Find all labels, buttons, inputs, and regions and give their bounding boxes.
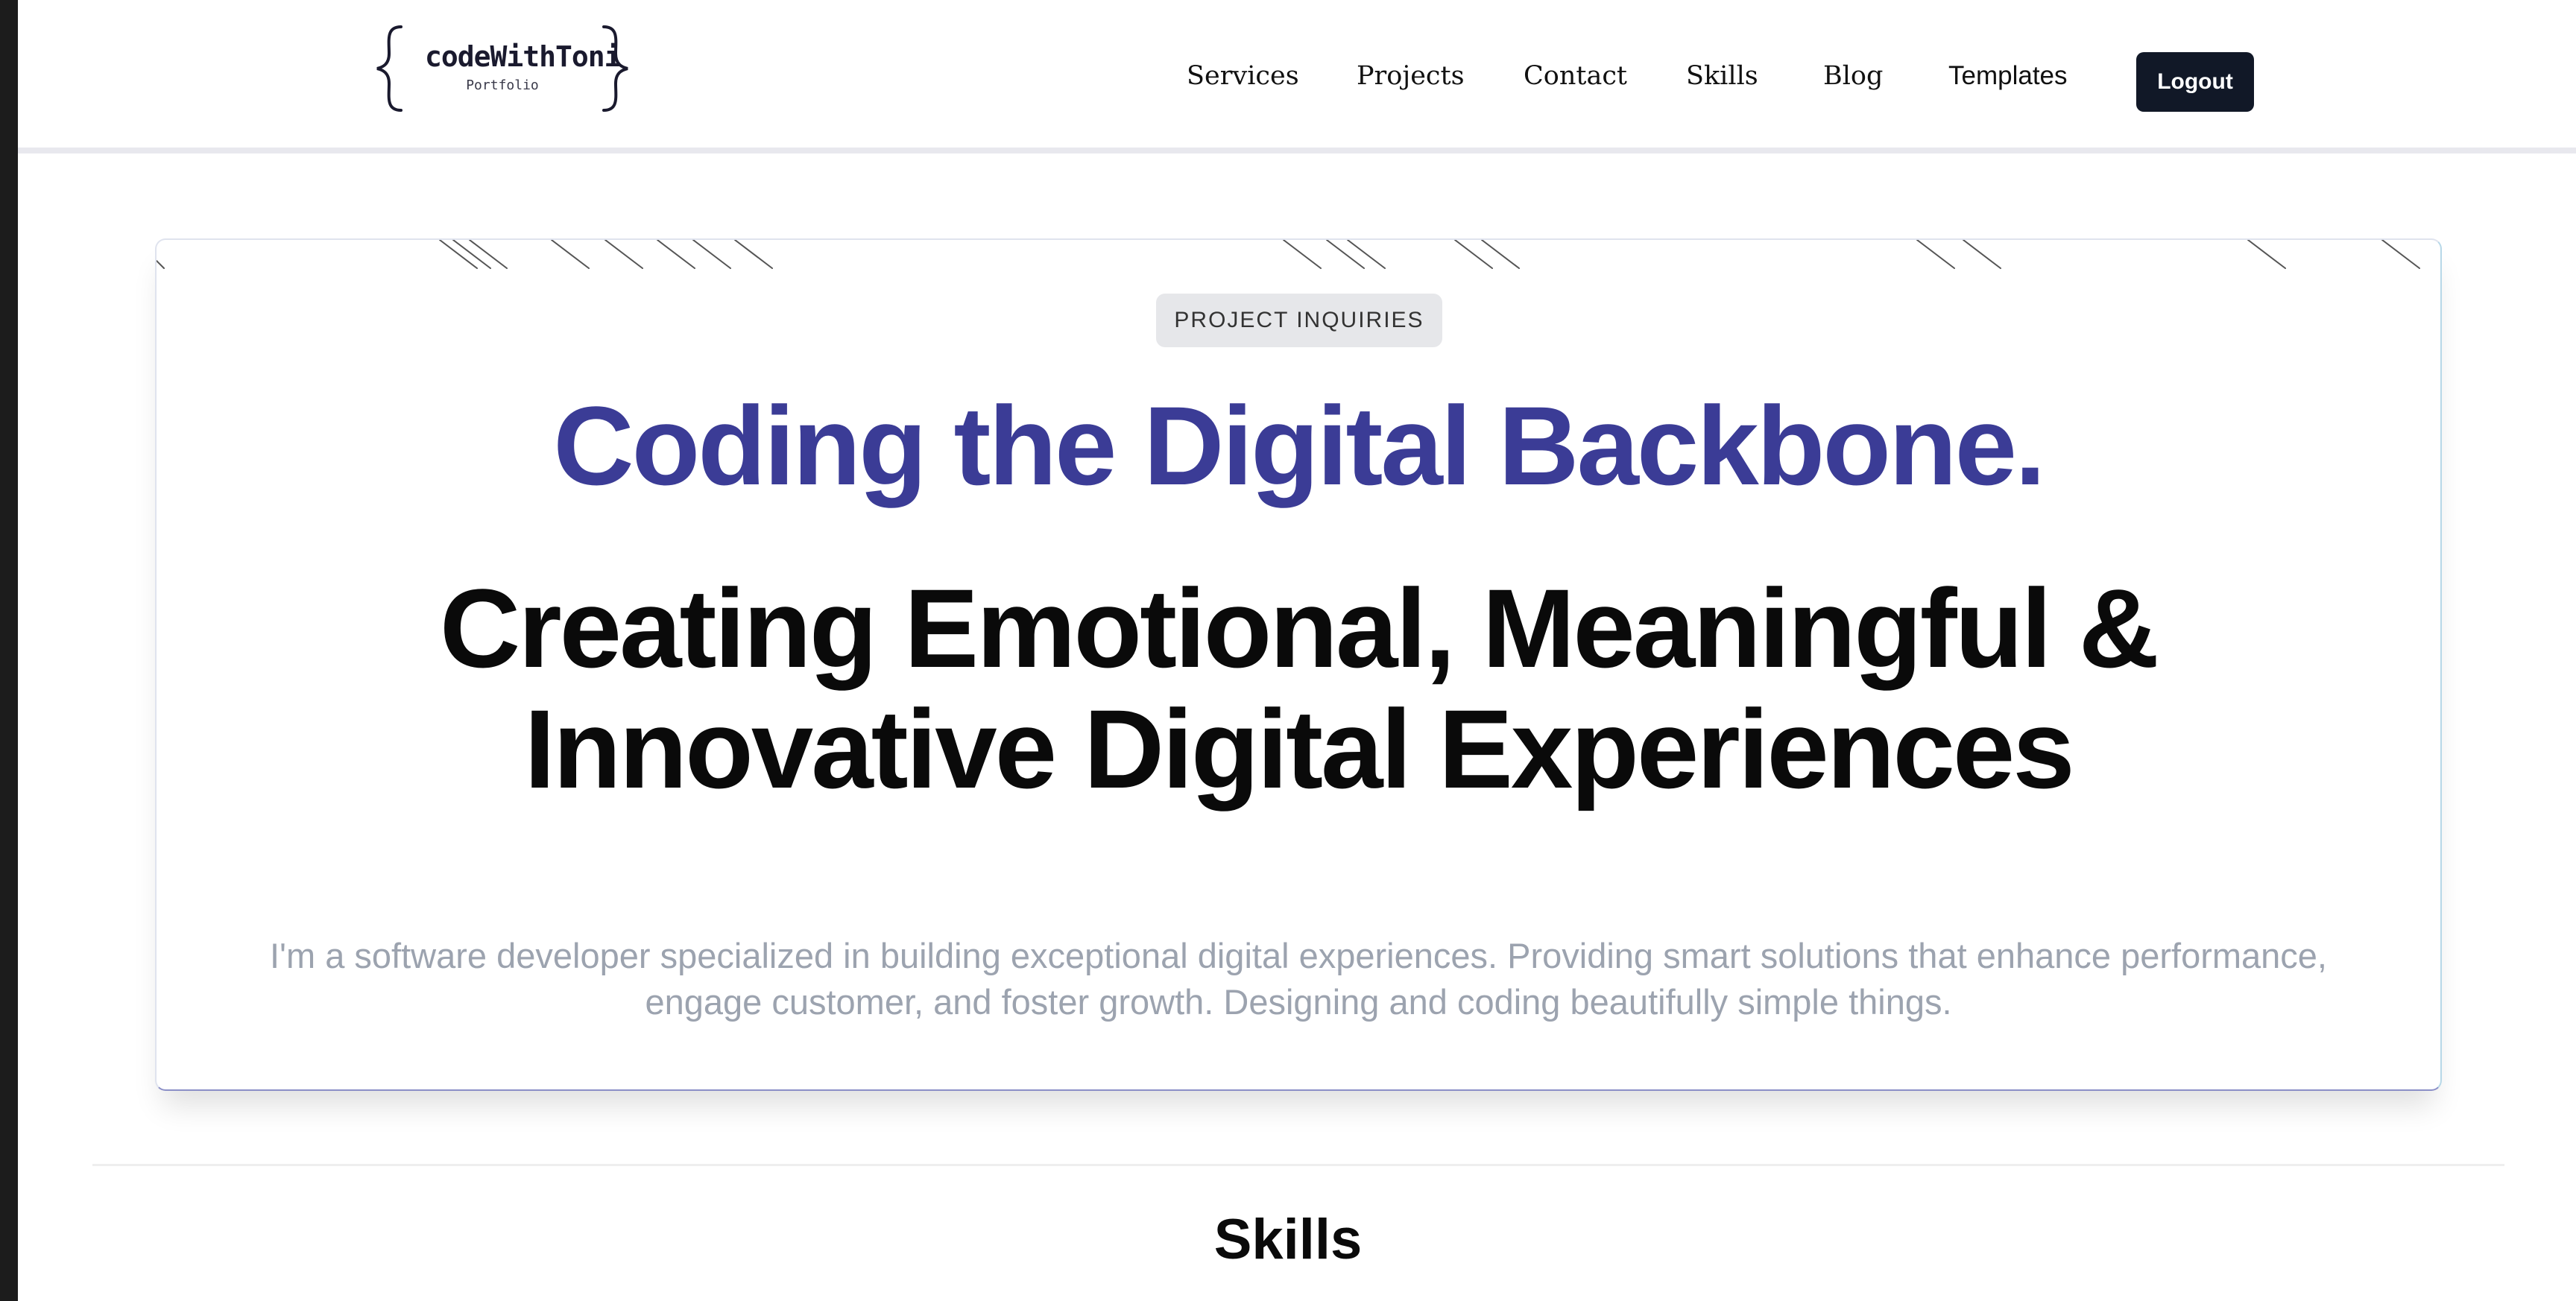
hero-headline-primary: Coding the Digital Backbone. bbox=[553, 383, 2045, 508]
decorative-lines bbox=[157, 240, 2420, 269]
skills-section-title: Skills bbox=[1213, 1208, 1363, 1271]
main-nav: Services Projects Contact Skills Blog Te… bbox=[18, 52, 2576, 112]
window-edge bbox=[0, 0, 18, 1301]
hero-headline-line-1: Creating Emotional, Meaningful & bbox=[439, 566, 2159, 691]
nav-contact[interactable]: Contact bbox=[1524, 61, 1627, 91]
section-divider bbox=[92, 1164, 2504, 1166]
nav-services[interactable]: Services bbox=[1187, 61, 1299, 91]
nav-templates[interactable]: Templates bbox=[1948, 61, 2068, 91]
nav-projects[interactable]: Projects bbox=[1357, 61, 1465, 91]
site-header: codeWithToni Portfolio Services Projects… bbox=[18, 0, 2576, 153]
project-inquiries-badge: PROJECT INQUIRIES bbox=[1156, 294, 1442, 347]
hero-headline-line-2: Innovative Digital Experiences bbox=[524, 686, 2074, 811]
hero-headline-secondary: Creating Emotional, Meaningful & Innovat… bbox=[157, 568, 2440, 809]
nav-blog[interactable]: Blog bbox=[1823, 61, 1883, 91]
hero-card: PROJECT INQUIRIES Coding the Digital Bac… bbox=[155, 238, 2442, 1091]
logout-button[interactable]: Logout bbox=[2136, 52, 2254, 112]
nav-skills[interactable]: Skills bbox=[1686, 61, 1758, 91]
hero-description: I'm a software developer specialized in … bbox=[269, 936, 2327, 1022]
